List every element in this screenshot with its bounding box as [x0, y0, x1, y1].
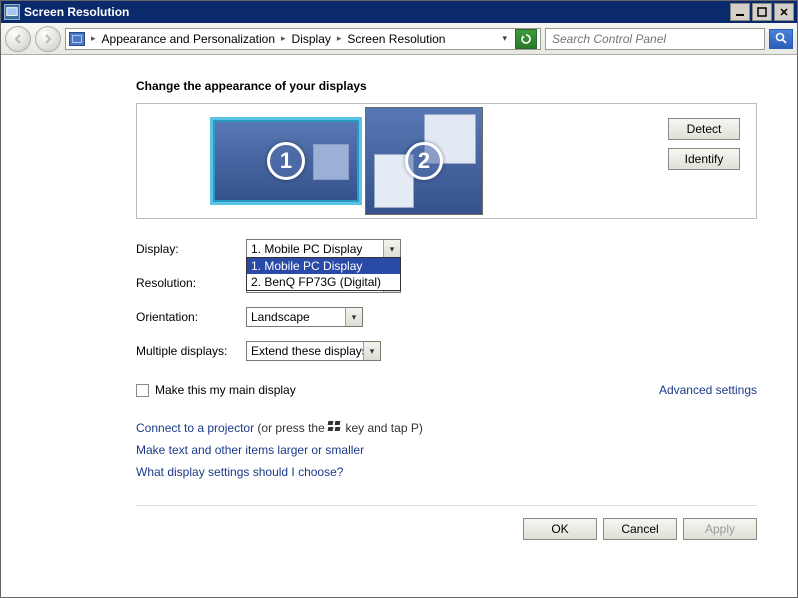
ok-button[interactable]: OK — [523, 518, 597, 540]
breadcrumb-item[interactable]: Screen Resolution — [347, 32, 445, 46]
breadcrumb-item[interactable]: Display — [292, 32, 331, 46]
larger-text-link[interactable]: Make text and other items larger or smal… — [136, 439, 757, 461]
separator — [136, 505, 757, 506]
projector-text-b: key and tap P) — [342, 421, 423, 435]
refresh-button[interactable] — [515, 29, 537, 49]
display-label: Display: — [136, 242, 246, 256]
identify-button[interactable]: Identify — [668, 148, 740, 170]
projector-text-a: (or press the — [254, 421, 328, 435]
monitor-number: 1 — [267, 142, 305, 180]
dialog-buttons: OK Cancel Apply — [136, 518, 757, 540]
dropdown-option[interactable]: 2. BenQ FP73G (Digital) — [247, 274, 400, 290]
chevron-down-icon: ▾ — [345, 308, 362, 326]
main-display-row: Make this my main display Advanced setti… — [136, 383, 757, 397]
monitor-decoration — [313, 144, 349, 180]
cancel-button[interactable]: Cancel — [603, 518, 677, 540]
minimize-button[interactable] — [730, 3, 750, 21]
multiple-displays-row: Multiple displays: Extend these displays… — [136, 339, 757, 363]
connect-projector-link[interactable]: Connect to a projector — [136, 421, 254, 435]
apply-button[interactable]: Apply — [683, 518, 757, 540]
orientation-select[interactable]: Landscape ▾ — [246, 307, 363, 327]
main-display-label: Make this my main display — [155, 383, 296, 397]
window-title: Screen Resolution — [24, 5, 728, 19]
address-bar[interactable]: ▸ Appearance and Personalization ▸ Displ… — [65, 28, 541, 50]
help-links: Connect to a projector (or press the key… — [136, 417, 757, 483]
display-row: Display: 1. Mobile PC Display ▾ 1. Mobil… — [136, 237, 757, 261]
chevron-right-icon: ▸ — [91, 33, 96, 44]
chevron-down-icon: ▾ — [383, 240, 400, 258]
search-button[interactable] — [769, 29, 793, 49]
window-titlebar: Screen Resolution — [1, 1, 797, 23]
forward-button[interactable] — [35, 26, 61, 52]
display-dropdown-list: 1. Mobile PC Display 2. BenQ FP73G (Digi… — [246, 257, 401, 291]
resolution-row: Resolution: ▾ — [136, 271, 757, 295]
app-icon — [4, 4, 20, 20]
monitor-number: 2 — [405, 142, 443, 180]
search-input[interactable] — [550, 31, 764, 47]
main-content: Change the appearance of your displays 1… — [1, 55, 797, 540]
monitor-arrangement-box[interactable]: 1 2 Detect Identify — [136, 103, 757, 219]
chevron-right-icon: ▸ — [337, 33, 342, 44]
monitor-1[interactable]: 1 — [213, 120, 359, 202]
multiple-displays-select[interactable]: Extend these displays ▾ — [246, 341, 381, 361]
monitor-2[interactable]: 2 — [365, 107, 483, 215]
chevron-down-icon[interactable]: ▾ — [498, 33, 511, 44]
navigation-bar: ▸ Appearance and Personalization ▸ Displ… — [1, 23, 797, 55]
back-button[interactable] — [5, 26, 31, 52]
display-icon — [69, 32, 85, 46]
display-select-value: 1. Mobile PC Display — [251, 242, 362, 256]
chevron-right-icon: ▸ — [281, 33, 286, 44]
maximize-button[interactable] — [752, 3, 772, 21]
multiple-displays-label: Multiple displays: — [136, 344, 246, 358]
page-title: Change the appearance of your displays — [136, 79, 757, 93]
breadcrumb-item[interactable]: Appearance and Personalization — [102, 32, 275, 46]
advanced-settings-link[interactable]: Advanced settings — [659, 383, 757, 397]
orientation-select-value: Landscape — [251, 310, 310, 324]
windows-key-icon — [328, 421, 342, 433]
projector-link-row: Connect to a projector (or press the key… — [136, 417, 757, 439]
multiple-displays-value: Extend these displays — [251, 344, 368, 358]
close-button[interactable] — [774, 3, 794, 21]
search-field[interactable] — [545, 28, 765, 50]
chevron-down-icon: ▾ — [363, 342, 380, 360]
resolution-label: Resolution: — [136, 276, 246, 290]
dropdown-option[interactable]: 1. Mobile PC Display — [247, 258, 400, 274]
orientation-row: Orientation: Landscape ▾ — [136, 305, 757, 329]
detect-button[interactable]: Detect — [668, 118, 740, 140]
main-display-checkbox[interactable] — [136, 384, 149, 397]
what-settings-link[interactable]: What display settings should I choose? — [136, 461, 757, 483]
display-select[interactable]: 1. Mobile PC Display ▾ — [246, 239, 401, 259]
orientation-label: Orientation: — [136, 310, 246, 324]
